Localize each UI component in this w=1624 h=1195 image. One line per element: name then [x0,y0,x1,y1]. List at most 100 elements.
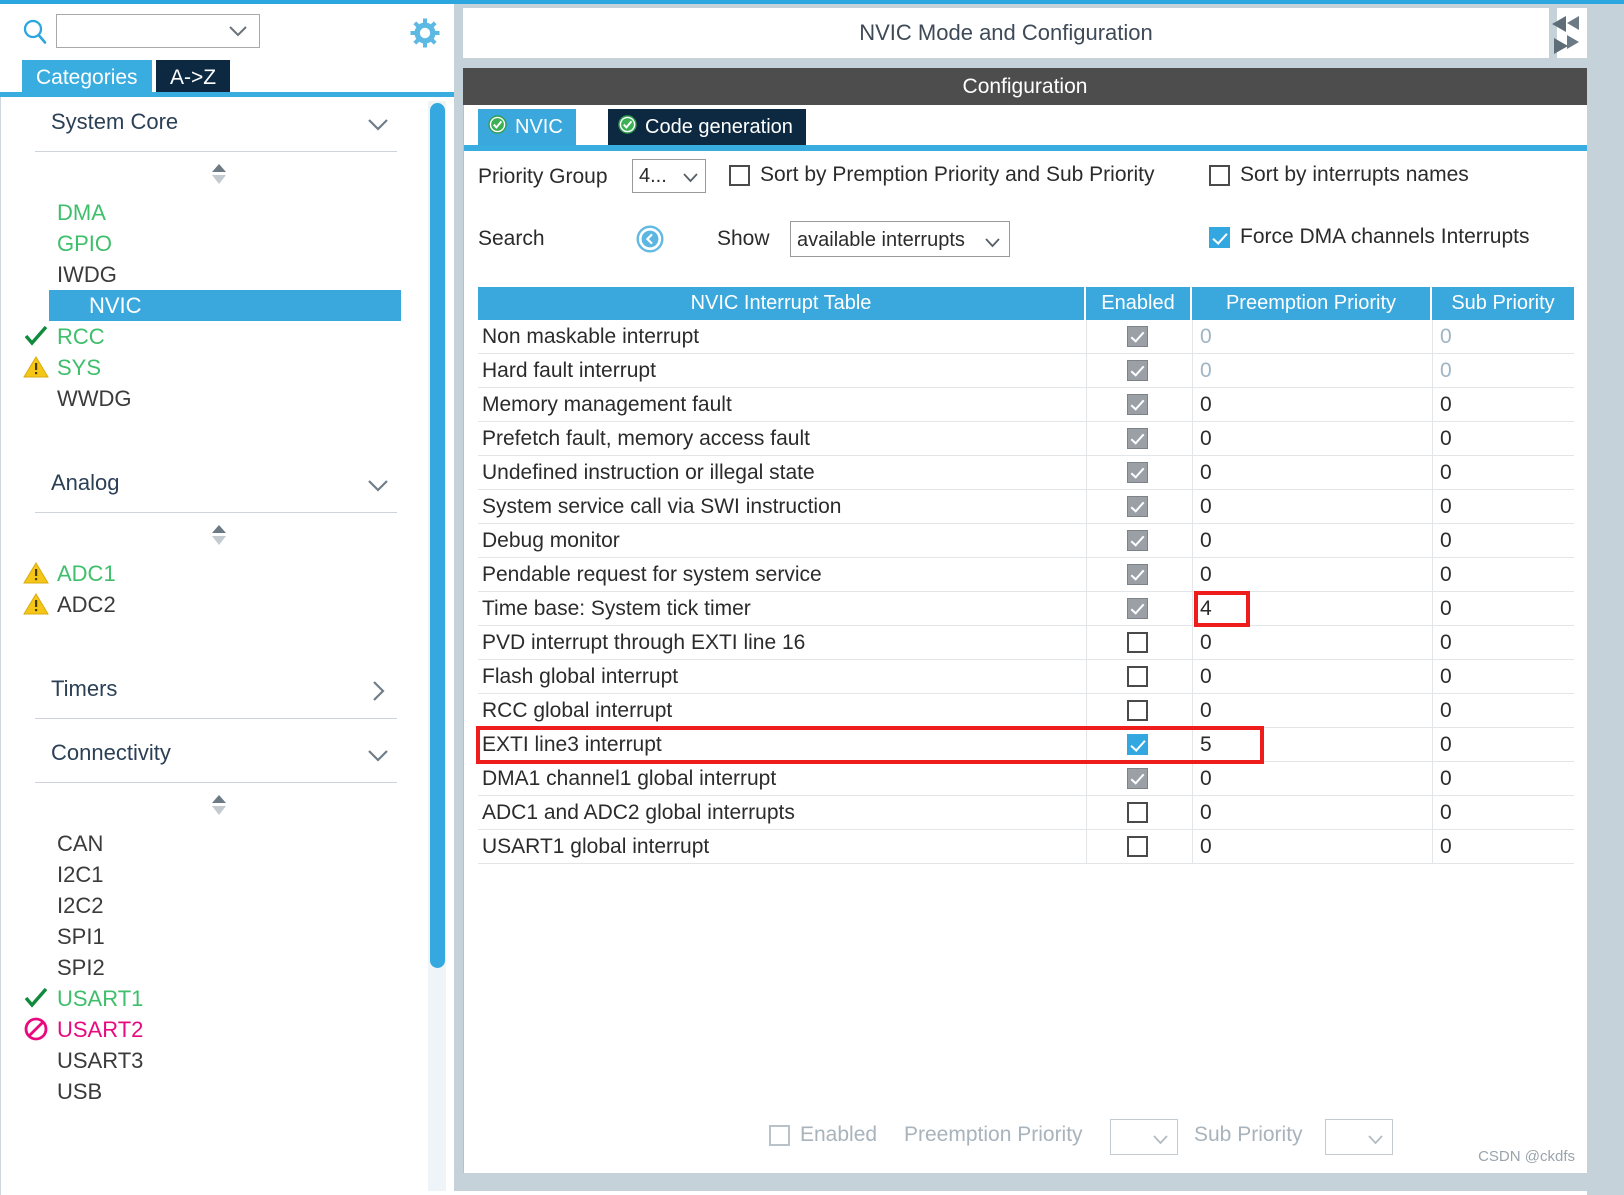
enabled-checkbox[interactable] [1127,700,1148,721]
preemption-priority-value[interactable]: 5 [1200,733,1212,757]
category-header-analog[interactable]: Analog [35,458,397,513]
enabled-checkbox[interactable] [1127,462,1148,483]
preemption-priority-value[interactable]: 0 [1200,495,1212,519]
enabled-checkbox[interactable] [1127,360,1148,381]
tab-a-to-z[interactable]: A->Z [156,60,231,96]
sidebar-item-i2c1[interactable]: I2C1 [57,859,103,890]
sub-priority-value[interactable]: 0 [1440,529,1452,553]
sub-priority-value[interactable]: 0 [1440,495,1452,519]
enabled-checkbox[interactable] [1127,530,1148,551]
sidebar-scrollbar-thumb[interactable] [430,103,445,968]
circle-left-chevron-icon[interactable] [636,225,664,259]
sidebar-item-sys[interactable]: SYS [23,352,101,383]
scroll-spinner-icon[interactable] [206,522,232,548]
sidebar-item-can[interactable]: CAN [57,828,103,859]
enabled-checkbox[interactable] [1127,564,1148,585]
sub-priority-value[interactable]: 0 [1440,325,1452,349]
sidebar-item-spi1[interactable]: SPI1 [57,921,105,952]
sub-priority-value[interactable]: 0 [1440,563,1452,587]
sub-priority-value[interactable]: 0 [1440,665,1452,689]
enabled-checkbox[interactable] [1127,666,1148,687]
enabled-checkbox[interactable] [1127,734,1148,755]
table-row[interactable]: Flash global interrupt 0 0 [478,660,1574,694]
sub-priority-value[interactable]: 0 [1440,359,1452,383]
preemption-priority-value[interactable]: 0 [1200,631,1212,655]
footer-sub-priority-select[interactable] [1325,1119,1393,1155]
show-select[interactable]: available interrupts [790,221,1010,257]
force-dma-channels-checkbox[interactable] [1209,227,1230,248]
sidebar-item-gpio[interactable]: GPIO [57,228,112,259]
enabled-checkbox[interactable] [1127,632,1148,653]
enabled-checkbox[interactable] [1127,768,1148,789]
enabled-checkbox[interactable] [1127,428,1148,449]
table-row[interactable]: DMA1 channel1 global interrupt 0 0 [478,762,1574,796]
enabled-checkbox[interactable] [1127,394,1148,415]
gear-icon[interactable] [408,16,442,50]
scroll-spinner-icon[interactable] [206,792,232,818]
preemption-priority-value[interactable]: 0 [1200,427,1212,451]
sub-priority-value[interactable]: 0 [1440,597,1452,621]
preemption-priority-value[interactable]: 0 [1200,393,1212,417]
table-row[interactable]: System service call via SWI instruction 0… [478,490,1574,524]
sort-by-premption-checkbox[interactable] [729,165,750,186]
sub-priority-value[interactable]: 0 [1440,767,1452,791]
preemption-priority-value[interactable]: 0 [1200,699,1212,723]
sidebar-item-adc2[interactable]: ADC2 [23,589,116,620]
column-header-name[interactable]: NVIC Interrupt Table [478,287,1084,320]
sub-priority-value[interactable]: 0 [1440,733,1452,757]
window-edge-arrows[interactable] [1546,12,1576,62]
preemption-priority-value[interactable]: 0 [1200,529,1212,553]
sub-priority-value[interactable]: 0 [1440,835,1452,859]
preemption-priority-value[interactable]: 0 [1200,801,1212,825]
scroll-spinner-icon[interactable] [206,161,232,187]
sub-priority-value[interactable]: 0 [1440,393,1452,417]
table-row[interactable]: Non maskable interrupt 0 0 [478,320,1574,354]
sidebar-item-i2c2[interactable]: I2C2 [57,890,103,921]
table-row[interactable]: RCC global interrupt 0 0 [478,694,1574,728]
column-header-preemption-priority[interactable]: Preemption Priority [1192,287,1430,320]
preemption-priority-value[interactable]: 0 [1200,359,1212,383]
enabled-checkbox[interactable] [1127,598,1148,619]
preemption-priority-value[interactable]: 0 [1200,563,1212,587]
table-row[interactable]: Memory management fault 0 0 [478,388,1574,422]
sidebar-item-usart1[interactable]: USART1 [24,983,143,1014]
footer-preemption-select[interactable] [1110,1119,1178,1155]
table-row[interactable]: Undefined instruction or illegal state 0 0 [478,456,1574,490]
column-header-sub-priority[interactable]: Sub Priority [1432,287,1574,320]
sidebar-item-usart3[interactable]: USART3 [57,1045,143,1076]
table-row[interactable]: Time base: System tick timer 4 0 [478,592,1574,626]
category-header-system-core[interactable]: System Core [35,97,397,152]
sub-priority-value[interactable]: 0 [1440,801,1452,825]
sidebar-item-nvic[interactable]: NVIC [49,290,401,321]
sub-priority-value[interactable]: 0 [1440,461,1452,485]
sub-priority-value[interactable]: 0 [1440,427,1452,451]
table-row[interactable]: ADC1 and ADC2 global interrupts 0 0 [478,796,1574,830]
category-header-connectivity[interactable]: Connectivity [35,728,397,783]
table-row[interactable]: USART1 global interrupt 0 0 [478,830,1574,864]
sidebar-item-usb[interactable]: USB [57,1076,102,1107]
sub-priority-value[interactable]: 0 [1440,699,1452,723]
enabled-checkbox[interactable] [1127,836,1148,857]
table-row[interactable]: PVD interrupt through EXTI line 16 0 0 [478,626,1574,660]
preemption-priority-value[interactable]: 0 [1200,767,1212,791]
tab-code-generation[interactable]: Code generation [608,109,806,145]
category-header-timers[interactable]: Timers [35,664,397,719]
priority-group-select[interactable]: 4... [632,159,706,193]
sort-by-interrupt-names-checkbox[interactable] [1209,165,1230,186]
sidebar-item-rcc[interactable]: RCC [24,321,105,352]
search-input[interactable] [56,14,260,48]
table-row[interactable]: Hard fault interrupt 0 0 [478,354,1574,388]
footer-enabled-checkbox[interactable] [769,1125,790,1146]
tab-categories[interactable]: Categories [22,60,152,96]
enabled-checkbox[interactable] [1127,496,1148,517]
sidebar-item-adc1[interactable]: ADC1 [23,558,116,589]
table-row[interactable]: EXTI line3 interrupt 5 0 [478,728,1574,762]
table-row[interactable]: Prefetch fault, memory access fault 0 0 [478,422,1574,456]
sidebar-item-wwdg[interactable]: WWDG [57,383,132,414]
column-header-enabled[interactable]: Enabled [1086,287,1190,320]
preemption-priority-value[interactable]: 0 [1200,325,1212,349]
sidebar-item-dma[interactable]: DMA [57,197,106,228]
enabled-checkbox[interactable] [1127,326,1148,347]
sidebar-item-usart2[interactable]: USART2 [24,1014,143,1045]
sidebar-item-spi2[interactable]: SPI2 [57,952,105,983]
